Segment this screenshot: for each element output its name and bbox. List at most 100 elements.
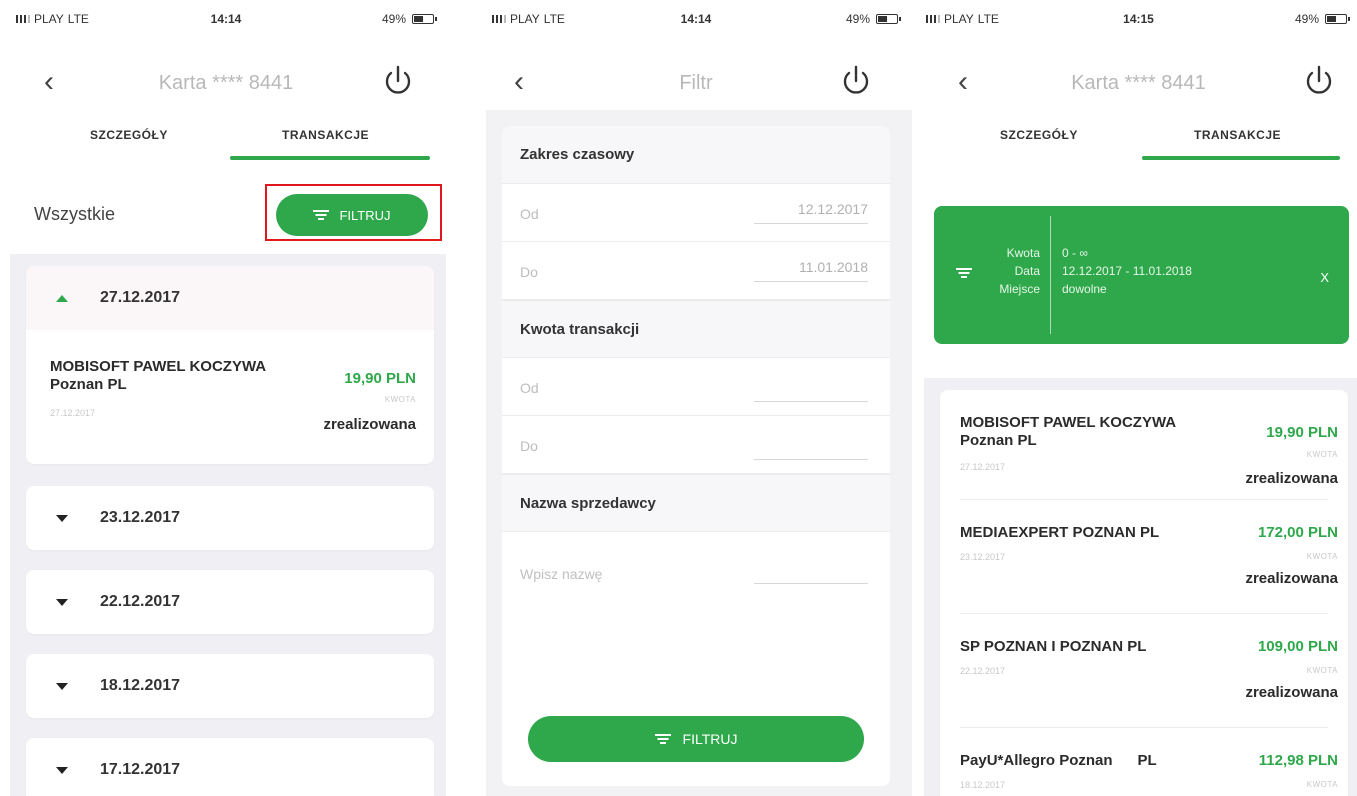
transaction-status: zrealizowana [1245, 570, 1338, 587]
carrier-name: PLAY [34, 12, 64, 26]
merchant-name: MOBISOFT PAWEL KOCZYWA Poznan PL [960, 414, 1177, 449]
merchant-name-placeholder: Wpisz nazwę [520, 566, 603, 582]
date-from-field[interactable]: 12.12.2017 [754, 201, 868, 224]
transaction-date: 27.12.2017 [960, 462, 1006, 472]
merchant-name-row: Wpisz nazwę [502, 546, 890, 606]
transaction-amount: 109,00 PLN [1257, 638, 1338, 655]
group-date: 17.12.2017 [100, 761, 181, 778]
amount-from-field[interactable] [754, 378, 868, 402]
transaction-date: 18.12.2017 [960, 780, 1006, 790]
tab-szczegoly[interactable]: SZCZEGÓŁY [1000, 128, 1078, 142]
filter-icon [654, 733, 671, 745]
active-filter-summary[interactable]: Kwota Data Miejsce 0 - ∞ 12.12.2017 - 11… [934, 206, 1349, 344]
battery: 49% [381, 12, 437, 26]
transaction-amount: 112,98 PLN [1258, 752, 1338, 769]
nav-bar: ‹ Karta **** 8441 [920, 52, 1357, 112]
date-to-field[interactable]: 11.01.2018 [754, 259, 868, 282]
battery: 49% [845, 12, 901, 26]
power-icon[interactable] [382, 64, 414, 98]
date-group-expanded: 27.12.2017 MOBISOFT PAWEL KOCZYWA Poznan… [26, 266, 434, 464]
battery-percent: 49% [1294, 12, 1319, 26]
section-amount: Kwota transakcji [502, 300, 890, 358]
merchant-name-field[interactable] [754, 560, 868, 584]
caret-up-icon [56, 294, 68, 302]
screen-filter: PLAY LTE 14:14 49% ‹ Filtr Zakres czasow… [476, 0, 916, 796]
carrier-name: PLAY [510, 12, 540, 26]
transaction-status: zrealizowana [1245, 470, 1338, 487]
date-group-collapsed: 22.12.2017 [26, 570, 434, 634]
status-bar: PLAY LTE 14:14 49% [476, 0, 916, 40]
date-to-label: Do [520, 264, 538, 280]
caret-down-icon [56, 766, 68, 774]
date-group-header[interactable]: 22.12.2017 [26, 570, 434, 634]
tab-transakcje[interactable]: TRANSAKCJE [1194, 128, 1281, 142]
section-merchant: Nazwa sprzedawcy [502, 474, 890, 532]
carrier: PLAY LTE [16, 12, 89, 26]
filter-form: Zakres czasowy Od 12.12.2017 Do 11.01.20… [502, 126, 890, 786]
group-date: 22.12.2017 [100, 593, 181, 610]
signal-icon [492, 15, 506, 23]
power-icon[interactable] [840, 64, 872, 98]
amount-caption: KWOTA [1306, 666, 1338, 675]
transaction-status: zrealizowana [1245, 684, 1338, 701]
screen-card-transactions: PLAY LTE 14:14 49% ‹ Karta **** 8441 SZC… [0, 0, 452, 796]
date-group-collapsed: 17.12.2017 [26, 738, 434, 796]
date-group-header[interactable]: 23.12.2017 [26, 486, 434, 550]
power-icon[interactable] [1303, 64, 1335, 98]
transaction-item[interactable]: MEDIAEXPERT POZNAN PL 23.12.2017 172,00 … [940, 500, 1348, 614]
carrier-name: PLAY [944, 12, 974, 26]
filter-label: Wszystkie [34, 204, 115, 224]
transaction-item[interactable]: PayU*Allegro Poznan PL 18.12.2017 112,98… [940, 728, 1348, 796]
carrier: PLAY LTE [926, 12, 999, 26]
transaction-item[interactable]: MOBISOFT PAWEL KOCZYWA Poznan PL 27.12.2… [940, 390, 1348, 500]
transaction-date: 27.12.2017 [50, 408, 96, 418]
clear-filter-button[interactable]: X [1320, 270, 1329, 285]
page-title: Karta **** 8441 [1071, 72, 1206, 94]
active-tab-indicator [1142, 156, 1340, 160]
tab-bar: SZCZEGÓŁY TRANSAKCJE [920, 128, 1357, 164]
date-group-header[interactable]: 18.12.2017 [26, 654, 434, 718]
summary-divider [1050, 216, 1051, 334]
battery-percent: 49% [845, 12, 870, 26]
amount-to-row: Do [502, 416, 890, 474]
status-bar: PLAY LTE 14:15 49% [920, 0, 1357, 40]
date-group-header[interactable]: 17.12.2017 [26, 738, 434, 796]
network-type: LTE [543, 12, 565, 26]
date-from-row: Od 12.12.2017 [502, 184, 890, 242]
signal-icon [926, 15, 940, 23]
filter-keys: Kwota Data Miejsce [999, 246, 1040, 296]
date-group-header[interactable]: 27.12.2017 [26, 266, 434, 330]
active-tab-indicator [230, 156, 430, 160]
amount-to-field[interactable] [754, 436, 868, 460]
clock: 14:15 [1123, 12, 1154, 26]
battery-icon [412, 14, 437, 24]
caret-down-icon [56, 682, 68, 690]
amount-from-label: Od [520, 380, 539, 396]
transaction-item[interactable]: SP POZNAN I POZNAN PL 22.12.2017 109,00 … [940, 614, 1348, 728]
transaction-amount: 19,90 PLN [344, 370, 416, 387]
nav-bar: ‹ Karta **** 8441 [0, 52, 452, 112]
tab-bar: SZCZEGÓŁY TRANSAKCJE [0, 128, 452, 164]
network-type: LTE [67, 12, 89, 26]
tab-transakcje[interactable]: TRANSAKCJE [282, 128, 369, 142]
amount-to-label: Do [520, 438, 538, 454]
filter-row: Wszystkie FILTRUJ [0, 184, 452, 244]
clock: 14:14 [680, 12, 712, 26]
date-to-row: Do 11.01.2018 [502, 242, 890, 300]
battery-icon [876, 14, 901, 24]
transaction-amount: 172,00 PLN [1257, 524, 1338, 541]
amount-caption: KWOTA [1306, 552, 1338, 561]
tab-szczegoly[interactable]: SZCZEGÓŁY [90, 128, 168, 142]
date-from-label: Od [520, 206, 539, 222]
network-type: LTE [977, 12, 999, 26]
amount-caption: KWOTA [1306, 780, 1338, 789]
transaction-item[interactable]: MOBISOFT PAWEL KOCZYWA Poznan PL 27.12.2… [26, 330, 434, 464]
battery-percent: 49% [381, 12, 406, 26]
apply-filter-label: FILTRUJ [682, 731, 738, 747]
apply-filter-button[interactable]: FILTRUJ [528, 716, 864, 762]
clock: 14:14 [210, 12, 242, 26]
amount-from-row: Od [502, 358, 890, 416]
screen-filtered-transactions: PLAY LTE 14:15 49% ‹ Karta **** 8441 SZC… [920, 0, 1357, 796]
signal-icon [16, 15, 30, 23]
group-date: 18.12.2017 [100, 677, 181, 694]
